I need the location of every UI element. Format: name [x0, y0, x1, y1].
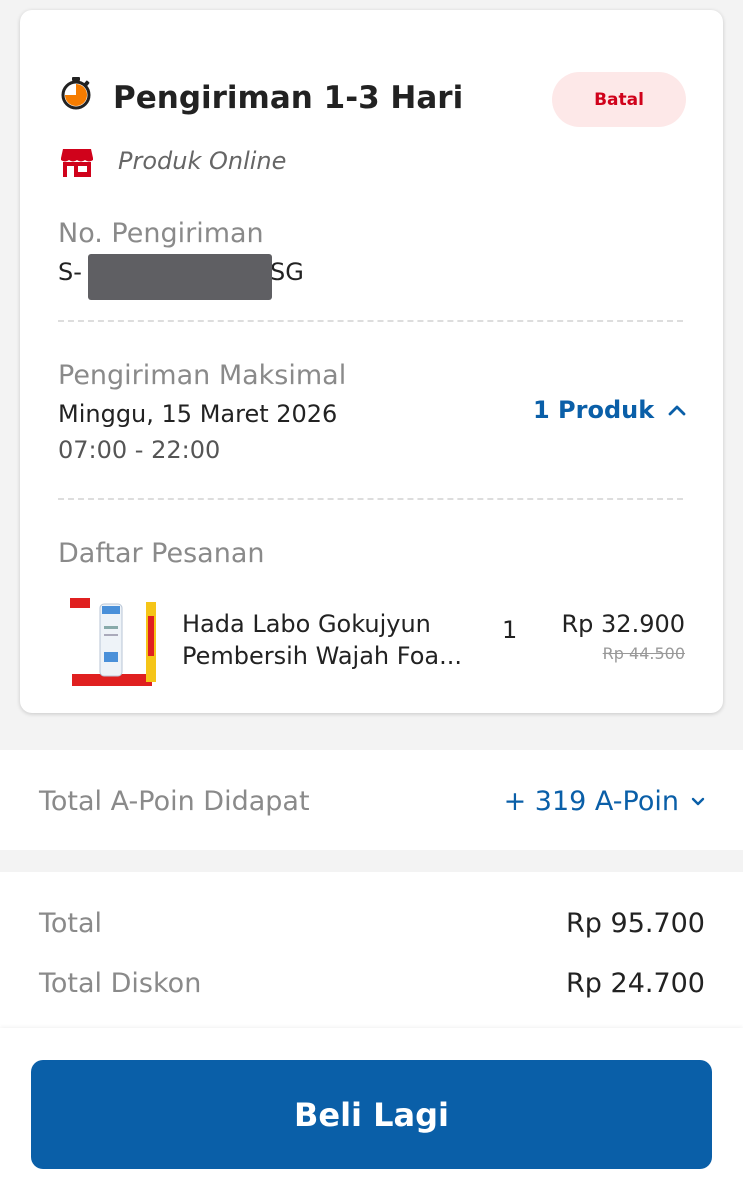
totals-section: Total Rp 95.700 Total Diskon Rp 24.700 — [0, 872, 743, 1032]
timer-icon — [61, 77, 91, 110]
divider — [58, 320, 683, 322]
product-price: Rp 32.900 — [561, 610, 685, 638]
redaction-box — [88, 254, 272, 300]
product-name-line1: Hada Labo Gokujyun — [182, 610, 431, 638]
product-name-line2: Pembersih Wajah Foa... — [182, 642, 462, 670]
bottom-action-bar: Beli Lagi — [0, 1028, 743, 1200]
order-list-label: Daftar Pesanan — [58, 538, 265, 569]
status-badge: Batal — [552, 72, 686, 127]
product-count-toggle[interactable]: 1 Produk — [533, 396, 686, 424]
shipment-number-label: No. Pengiriman — [58, 218, 264, 249]
max-delivery-date: Minggu, 15 Maret 2026 — [58, 400, 338, 428]
points-value-toggle[interactable]: + 319 A-Poin — [504, 786, 705, 817]
points-row[interactable]: Total A-Poin Didapat + 319 A-Poin — [0, 750, 743, 850]
product-count-label: 1 Produk — [533, 396, 655, 424]
buy-again-button[interactable]: Beli Lagi — [31, 1060, 712, 1169]
max-delivery-time: 07:00 - 22:00 — [58, 436, 221, 464]
store-type-label: Produk Online — [118, 147, 287, 175]
discount-value: Rp 24.700 — [566, 968, 705, 999]
product-qty: 1 — [502, 616, 518, 644]
total-value: Rp 95.700 — [566, 908, 705, 939]
shipment-number-suffix: SG — [270, 258, 304, 286]
page-title: Pengiriman 1-3 Hari — [113, 80, 464, 116]
product-name[interactable]: Hada Labo Gokujyun Pembersih Wajah Foa..… — [182, 608, 472, 672]
discount-label: Total Diskon — [39, 968, 202, 999]
shipment-card: Pengiriman 1-3 Hari Batal Produk Online … — [20, 10, 723, 713]
product-old-price: Rp 44.500 — [602, 644, 685, 663]
product-image — [68, 596, 164, 692]
chevron-down-icon — [691, 797, 705, 805]
shipment-number-prefix: S- — [58, 258, 82, 286]
total-label: Total — [39, 908, 103, 939]
max-delivery-label: Pengiriman Maksimal — [58, 360, 347, 391]
chevron-up-icon — [668, 405, 686, 416]
divider — [58, 498, 683, 500]
points-value: + 319 A-Poin — [503, 786, 679, 817]
points-label: Total A-Poin Didapat — [39, 786, 310, 817]
store-icon — [61, 149, 93, 177]
